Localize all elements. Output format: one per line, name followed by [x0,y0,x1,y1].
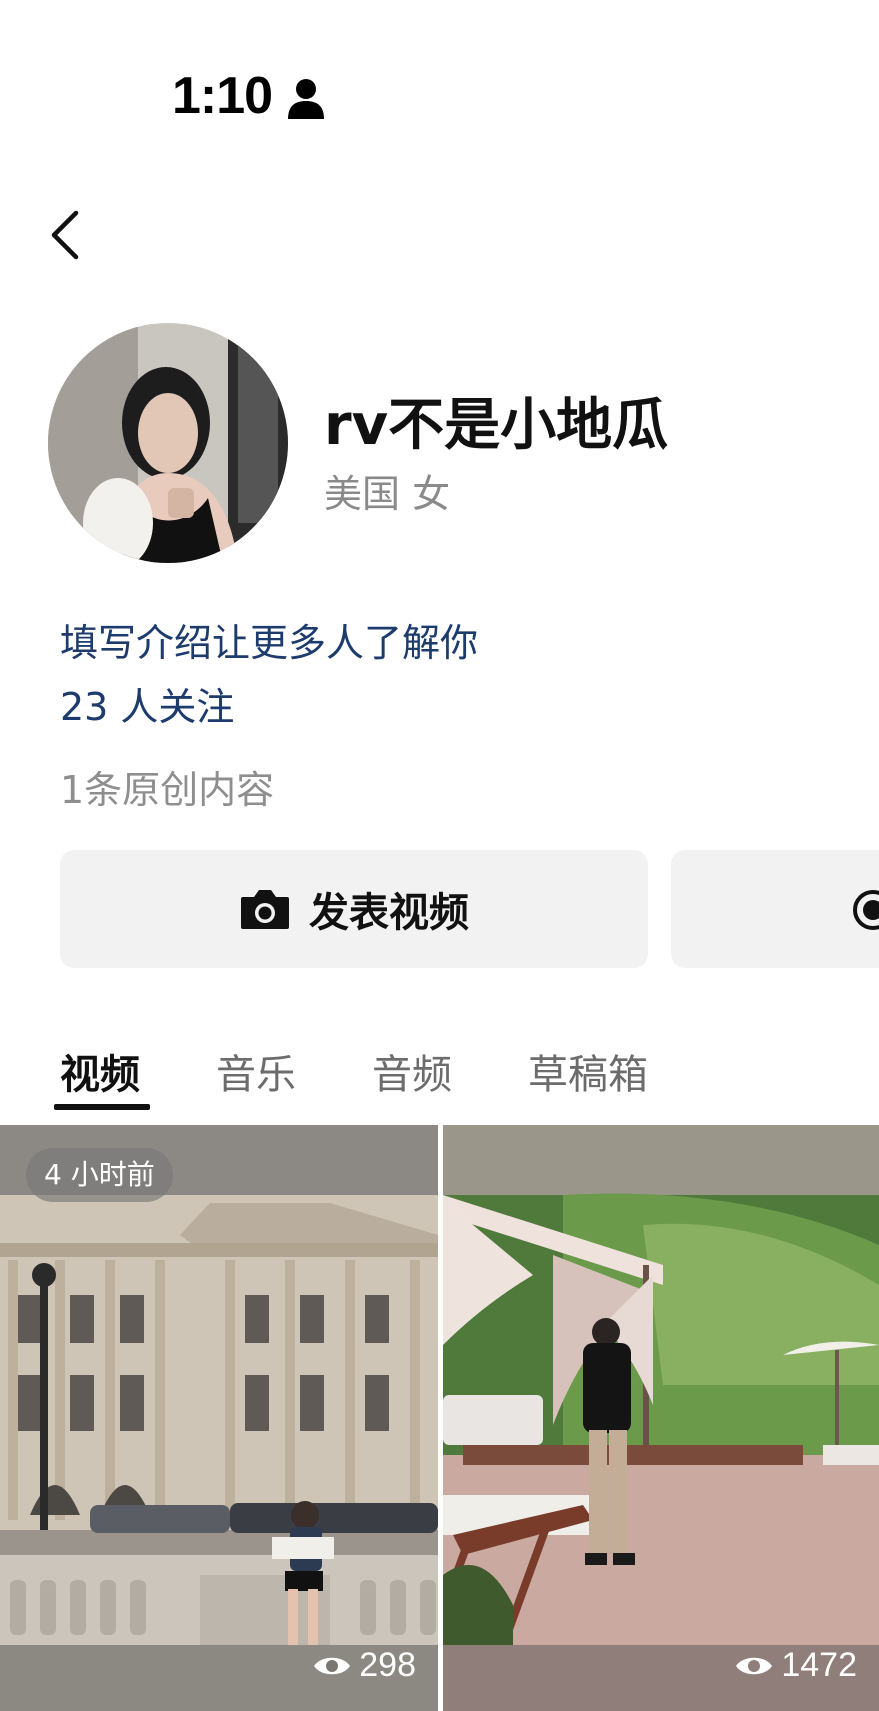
profile-meta: 美国 女 [324,472,451,516]
intro-link[interactable]: 填写介绍让更多人了解你 [60,612,478,667]
view-count-value: 298 [359,1646,416,1684]
status-time: 1:10 [172,67,273,125]
camera-icon [241,890,289,929]
record-icon [853,890,879,930]
tab-music[interactable]: 音乐 [216,1042,296,1100]
video-thumbnail[interactable]: 1472 [443,1125,879,1711]
tab-drafts[interactable]: 草稿箱 [528,1042,648,1100]
video-thumbnail-image [443,1125,879,1711]
time-badge: 4 小时前 [26,1148,173,1202]
video-thumbnail[interactable]: 4 小时前 298 [0,1125,438,1711]
post-video-label: 发表视频 [309,890,469,936]
view-count: 1472 [735,1646,857,1685]
tab-video[interactable]: 视频 [60,1042,140,1100]
avatar[interactable] [48,323,288,563]
followers-link[interactable]: 23 人关注 [60,676,234,731]
view-count: 298 [313,1646,416,1685]
tab-audio[interactable]: 音频 [372,1042,452,1100]
post-video-button[interactable]: 发表视频 [60,850,648,968]
original-content-count: 1条原创内容 [60,768,275,812]
person-icon [288,79,324,119]
back-button[interactable] [44,205,88,265]
tab-active-indicator [54,1104,150,1110]
profile-name: rv不是小地瓜 [324,393,669,458]
eye-icon [314,1657,351,1674]
view-count-value: 1472 [781,1646,857,1684]
eye-icon [736,1657,773,1674]
video-thumbnail-image [0,1125,438,1711]
record-button[interactable] [671,850,879,968]
